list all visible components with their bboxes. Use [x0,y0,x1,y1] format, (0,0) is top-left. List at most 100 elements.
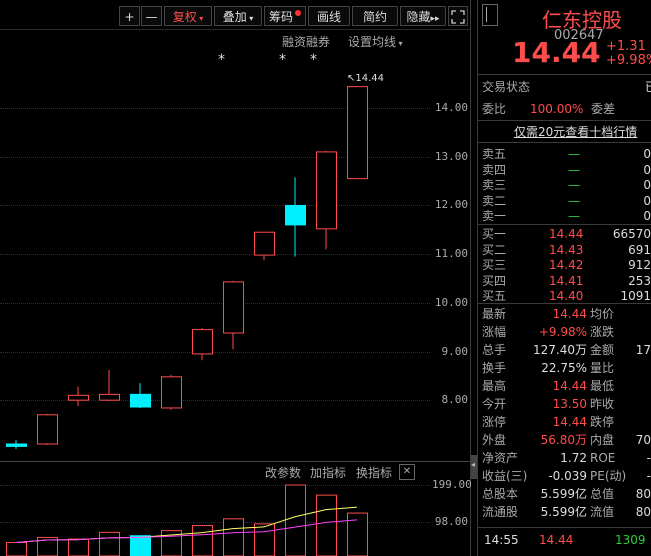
high-price-marker: ↖14.44 [347,73,384,84]
level-volume: 912 [628,258,651,272]
level2-promo-link[interactable]: 仅需20元查看十档行情 [514,124,637,140]
stat-value-2: 80 [635,487,651,501]
stat-row: 涨幅 +9.98% 涨跌 [482,324,651,340]
stat-value: 5.599亿 [540,505,587,519]
candle[interactable] [6,440,27,449]
stat-label: 总手 [482,343,507,357]
candle[interactable] [37,413,58,445]
stat-label-2: 金额 [590,343,615,357]
candle[interactable] [254,231,275,260]
volume-bar[interactable] [316,494,337,556]
stat-label-2: 最低 [590,379,615,393]
price-axis-label: 14.00 [434,101,468,115]
fullscreen-button[interactable] [448,6,468,26]
candle[interactable] [223,280,244,350]
panel-divider [477,0,478,556]
stat-value-2: 70 [635,433,651,447]
candle[interactable] [130,383,151,408]
price-change-pct: +9.98% [606,53,651,68]
candle[interactable] [99,370,120,402]
candle-body [347,86,368,180]
level-volume: 691 [628,242,651,257]
ask-row[interactable]: 卖一 — 0 [482,208,651,224]
level-price: — [568,193,580,208]
stat-row: 涨停 14.44 跌停 [482,414,651,430]
candle-body [68,394,89,401]
level-price: 14.43 [549,242,584,257]
webi-label: 委比 [482,102,507,116]
stat-label-2: 内盘 [590,433,615,447]
weicha-label: 委差 [591,102,616,116]
price-axis-label: 13.00 [434,149,468,163]
level-price: 14.41 [549,273,584,288]
candle[interactable] [68,386,89,407]
ask-row[interactable]: 卖三 — 0 [482,177,651,193]
volume-separator [0,461,470,462]
level-label: 卖二 [482,193,507,208]
bid-row[interactable]: 买二 14.43 691 [482,242,651,258]
bid-row[interactable]: 买四 14.41 253 [482,273,651,289]
stat-label-2: 涨跌 [590,325,615,339]
stat-label-2: 跌停 [590,415,615,429]
stat-row: 总手 127.40万 金额 17 [482,342,651,358]
candle-body [6,443,27,447]
stat-row: 总股本 5.599亿 总值 80 [482,486,651,502]
stat-row: 收益(三) -0.039 PE(动) - [482,468,651,484]
level-volume: 0 [643,178,651,192]
level-label: 卖五 [482,147,507,161]
ask-row[interactable]: 卖五 — 0 [482,146,651,162]
stat-label: 外盘 [482,433,507,447]
collapse-handle[interactable]: ◂ [471,455,477,479]
candle-body [316,151,337,230]
bid-row[interactable]: 买三 14.42 912 [482,257,651,273]
stat-value: 5.599亿 [540,487,587,501]
stat-label-2: 总值 [590,487,615,501]
volume-bar[interactable] [223,518,244,556]
ask-row[interactable]: 卖四 — 0 [482,162,651,178]
stat-label-2: 流值 [590,505,615,519]
collapse-panel-button[interactable] [482,4,498,26]
volume-bar[interactable] [68,538,89,556]
high-price-label: 14.44 [355,73,385,84]
volume-chart[interactable] [0,478,430,556]
divider [478,527,651,528]
tick-price: 14.44 [539,533,574,547]
ask-row[interactable]: 卖二 — 0 [482,193,651,209]
volume-bar[interactable] [285,484,306,556]
divider [478,74,651,75]
volume-bar[interactable] [99,531,120,556]
tick-row: 14:55 14.44 1309 [482,532,651,548]
stat-label: 涨幅 [482,325,507,339]
stat-label: 最新 [482,307,507,321]
stat-row: 净资产 1.72 ROE - [482,450,651,466]
candle[interactable] [347,86,368,180]
candlestick-chart[interactable] [0,0,430,470]
tick-time: 14:55 [484,533,519,547]
stat-row: 最新 14.44 均价 [482,306,651,322]
stat-label: 涨停 [482,415,507,429]
stat-row: 换手 22.75% 量比 [482,360,651,376]
volume-bar[interactable] [192,525,213,556]
stat-label: 今开 [482,397,507,411]
volume-bar[interactable] [347,512,368,556]
stat-value: 22.75% [541,361,587,375]
stat-label: 总股本 [482,487,519,501]
candle[interactable] [316,150,337,250]
candle-body [130,393,151,408]
level-volume: 253 [628,273,651,288]
candle[interactable] [161,374,182,410]
double-chevron-right-icon: ▸▸ [430,14,440,24]
price-axis-label: 12.00 [434,198,468,212]
level-price: — [568,209,580,223]
level-volume: 0 [643,147,651,161]
bid-row[interactable]: 买五 14.40 1091 [482,288,651,304]
level-price: — [568,162,580,177]
stat-value-2: - [646,469,651,483]
stat-value: 14.44 [552,307,587,321]
candle[interactable] [285,177,306,257]
bid-row[interactable]: 买一 14.44 66570 [482,226,651,242]
volume-bar[interactable] [254,523,275,556]
candle[interactable] [192,328,213,361]
volume-bar[interactable] [130,535,151,556]
volume-bar[interactable] [6,541,27,556]
